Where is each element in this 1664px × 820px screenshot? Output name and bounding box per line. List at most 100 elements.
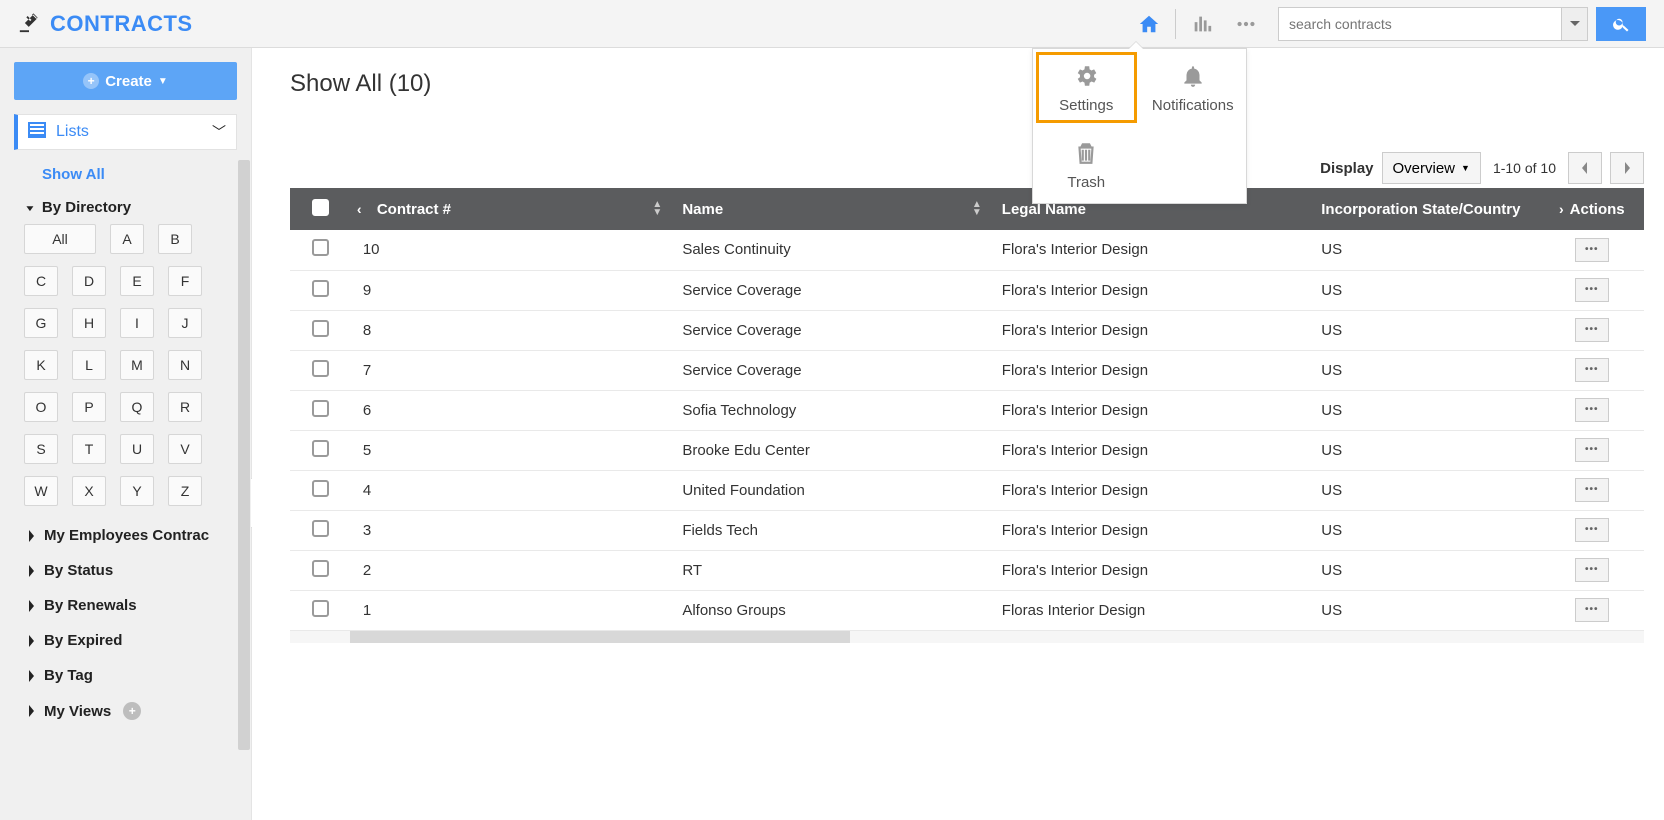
row-actions-button[interactable]: ••• — [1575, 278, 1609, 302]
search-input[interactable] — [1279, 16, 1561, 32]
sort-icon: ▲▼ — [652, 201, 662, 217]
filter-letter-l[interactable]: L — [72, 350, 106, 380]
col-contract-num[interactable]: ‹ Contract # ▲▼ — [351, 188, 670, 230]
prev-page-button[interactable] — [1568, 152, 1602, 184]
sidebar-link-2[interactable]: By Renewals — [26, 588, 235, 623]
row-actions-button[interactable]: ••• — [1575, 518, 1609, 542]
table-row[interactable]: 1Alfonso GroupsFloras Interior DesignUS•… — [290, 590, 1644, 630]
table-row[interactable]: 5Brooke Edu CenterFlora's Interior Desig… — [290, 430, 1644, 470]
table-row[interactable]: 2RTFlora's Interior DesignUS••• — [290, 550, 1644, 590]
filter-letter-p[interactable]: P — [72, 392, 106, 422]
select-all-checkbox[interactable] — [312, 199, 329, 216]
table-row[interactable]: 3Fields TechFlora's Interior DesignUS••• — [290, 510, 1644, 550]
filter-letter-e[interactable]: E — [120, 266, 154, 296]
search-button[interactable] — [1596, 7, 1646, 41]
filter-letter-g[interactable]: G — [24, 308, 58, 338]
row-checkbox[interactable] — [312, 600, 329, 617]
cell-incorporation: US — [1309, 590, 1539, 630]
create-button[interactable]: + Create ▼ — [14, 62, 237, 100]
table-hscroll-thumb[interactable] — [350, 631, 850, 643]
filter-letter-z[interactable]: Z — [168, 476, 202, 506]
sidebar-link-5[interactable]: My Views+ — [26, 693, 235, 729]
filter-letter-f[interactable]: F — [168, 266, 202, 296]
row-checkbox[interactable] — [312, 440, 329, 457]
menu-notifications[interactable]: Notifications — [1140, 49, 1247, 126]
table-hscroll[interactable] — [290, 631, 1644, 643]
sidebar-link-1[interactable]: By Status — [26, 553, 235, 588]
row-actions-button[interactable]: ••• — [1575, 318, 1609, 342]
row-checkbox[interactable] — [312, 560, 329, 577]
table-row[interactable]: 4United FoundationFlora's Interior Desig… — [290, 470, 1644, 510]
sidebar-link-3[interactable]: By Expired — [26, 623, 235, 658]
row-actions-button[interactable]: ••• — [1575, 358, 1609, 382]
row-actions-button[interactable]: ••• — [1575, 398, 1609, 422]
col-name[interactable]: Name ▲▼ — [670, 188, 989, 230]
more-row-2: Trash — [1033, 126, 1246, 203]
by-directory-toggle[interactable]: ▼ By Directory — [14, 193, 237, 224]
filter-letter-h[interactable]: H — [72, 308, 106, 338]
filter-letter-m[interactable]: M — [120, 350, 154, 380]
filter-letter-u[interactable]: U — [120, 434, 154, 464]
menu-trash[interactable]: Trash — [1033, 126, 1140, 203]
row-checkbox[interactable] — [312, 360, 329, 377]
search-dropdown-toggle[interactable] — [1561, 8, 1587, 40]
sidebar-link-0[interactable]: My Employees Contrac — [26, 518, 235, 553]
table-row[interactable]: 10Sales ContinuityFlora's Interior Desig… — [290, 230, 1644, 270]
filter-letter-s[interactable]: S — [24, 434, 58, 464]
row-checkbox[interactable] — [312, 280, 329, 297]
row-actions-button[interactable]: ••• — [1575, 238, 1609, 262]
cell-name: Alfonso Groups — [670, 590, 989, 630]
sidebar-scrollbar[interactable] — [238, 160, 250, 750]
row-checkbox[interactable] — [312, 520, 329, 537]
filter-letter-w[interactable]: W — [24, 476, 58, 506]
row-actions-button[interactable]: ••• — [1575, 478, 1609, 502]
row-actions-button[interactable]: ••• — [1575, 598, 1609, 622]
lists-label: Lists — [56, 123, 89, 141]
next-page-button[interactable] — [1610, 152, 1644, 184]
cell-contract-num: 6 — [351, 390, 670, 430]
sidebar-link-4[interactable]: By Tag — [26, 658, 235, 693]
row-checkbox[interactable] — [312, 320, 329, 337]
cell-incorporation: US — [1309, 390, 1539, 430]
table-row[interactable]: 9Service CoverageFlora's Interior Design… — [290, 270, 1644, 310]
filter-letter-r[interactable]: R — [168, 392, 202, 422]
filter-letter-k[interactable]: K — [24, 350, 58, 380]
filter-letter-n[interactable]: N — [168, 350, 202, 380]
row-checkbox[interactable] — [312, 400, 329, 417]
filter-letter-c[interactable]: C — [24, 266, 58, 296]
row-actions-button[interactable]: ••• — [1575, 558, 1609, 582]
table-row[interactable]: 8Service CoverageFlora's Interior Design… — [290, 310, 1644, 350]
row-checkbox[interactable] — [312, 239, 329, 256]
charts-icon[interactable] — [1180, 2, 1224, 46]
lists-toggle[interactable]: Lists ﹀ — [14, 114, 237, 150]
filter-letter-q[interactable]: Q — [120, 392, 154, 422]
sidebar-show-all[interactable]: Show All — [14, 150, 237, 193]
cell-name: RT — [670, 550, 989, 590]
cell-contract-num: 2 — [351, 550, 670, 590]
row-checkbox[interactable] — [312, 480, 329, 497]
filter-letter-a[interactable]: A — [110, 224, 144, 254]
filter-letter-x[interactable]: X — [72, 476, 106, 506]
table-row[interactable]: 7Service CoverageFlora's Interior Design… — [290, 350, 1644, 390]
col-incorporation[interactable]: Incorporation State/Country — [1309, 188, 1539, 230]
filter-letter-d[interactable]: D — [72, 266, 106, 296]
menu-settings[interactable]: Settings — [1033, 49, 1140, 126]
create-label: Create — [105, 73, 152, 90]
cell-name: Fields Tech — [670, 510, 989, 550]
table-row[interactable]: 6Sofia TechnologyFlora's Interior Design… — [290, 390, 1644, 430]
filter-letter-y[interactable]: Y — [120, 476, 154, 506]
col-checkbox — [290, 188, 351, 230]
col-actions: ›Actions — [1540, 188, 1644, 230]
filter-letter-i[interactable]: I — [120, 308, 154, 338]
filter-letter-t[interactable]: T — [72, 434, 106, 464]
filter-letter-v[interactable]: V — [168, 434, 202, 464]
filter-all[interactable]: All — [24, 224, 96, 254]
table-toolbar: Display Overview ▼ 1-10 of 10 — [1320, 152, 1644, 184]
home-icon[interactable] — [1127, 2, 1171, 46]
display-dropdown[interactable]: Overview ▼ — [1382, 152, 1481, 184]
filter-letter-b[interactable]: B — [158, 224, 192, 254]
row-actions-button[interactable]: ••• — [1575, 438, 1609, 462]
more-icon[interactable] — [1224, 2, 1268, 46]
filter-letter-j[interactable]: J — [168, 308, 202, 338]
filter-letter-o[interactable]: O — [24, 392, 58, 422]
